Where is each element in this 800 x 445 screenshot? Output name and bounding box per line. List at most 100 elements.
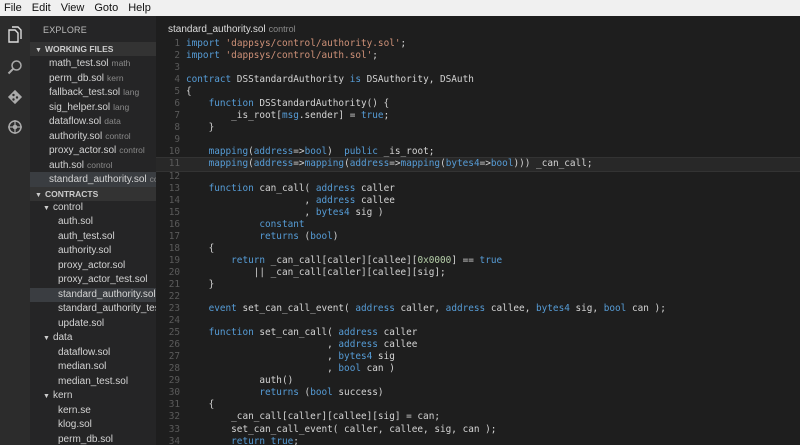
file-item[interactable]: dataflow.sol [30, 346, 156, 361]
line-number: 15 [168, 206, 180, 218]
code-text: function DSStandardAuthority() { [208, 98, 390, 110]
code-line[interactable]: 28 , bool can ) [156, 363, 800, 375]
code-line[interactable]: 12 [156, 171, 800, 183]
working-file-item[interactable]: sig_helper.sol lang [30, 100, 156, 115]
file-item[interactable]: auth.sol [30, 215, 156, 230]
code-line[interactable]: 22 [156, 291, 800, 303]
folder-kern[interactable]: ▼ kern [30, 389, 156, 404]
file-item[interactable]: klog.sol [30, 418, 156, 433]
file-item[interactable]: proxy_actor.sol [30, 259, 156, 274]
file-item[interactable]: update.sol [30, 317, 156, 332]
file-item[interactable]: median.sol [30, 360, 156, 375]
explorer-title: EXPLORE [43, 25, 87, 35]
code-line[interactable]: 4 contract DSStandardAuthority is DSAutho… [156, 74, 800, 86]
code-line[interactable]: 23 event set_can_call_event( address cal… [156, 303, 800, 315]
menu-help[interactable]: Help [128, 2, 151, 14]
line-number: 21 [168, 278, 180, 290]
git-icon[interactable] [0, 84, 30, 110]
file-item[interactable]: median_test.sol [30, 375, 156, 390]
code-line[interactable]: 9 [156, 134, 800, 146]
code-line[interactable]: 7 _is_root[msg.sender] = true; [156, 110, 800, 122]
file-item[interactable]: authority.sol [30, 244, 156, 259]
file-item[interactable]: perm_db.sol [30, 433, 156, 445]
code-line[interactable]: 25 function set_can_call( address caller [156, 327, 800, 339]
working-files-header[interactable]: ▼ WORKING FILES [30, 42, 156, 56]
debug-icon[interactable] [0, 114, 30, 140]
caret-down-icon: ▼ [43, 335, 50, 342]
code-text: , bytes4 sig ) [186, 206, 384, 218]
code-line[interactable]: 11 mapping(address=>mapping(address=>map… [156, 157, 800, 172]
code-line[interactable]: 2 import 'dappsys/control/auth.sol'; [156, 50, 800, 62]
code-line[interactable]: 21 } [156, 279, 800, 291]
line-number: 32 [168, 411, 180, 423]
code-line[interactable]: 33 set_can_call_event( caller, callee, s… [156, 424, 800, 436]
file-item-active[interactable]: standard_authority.sol [30, 287, 156, 302]
working-file-item[interactable]: dataflow.sol data [30, 114, 156, 129]
line-number: 22 [168, 290, 180, 302]
folder-data[interactable]: ▼ data [30, 331, 156, 346]
line-number: 24 [168, 315, 180, 327]
working-file-item[interactable]: proxy_actor.sol control [30, 143, 156, 158]
code-line[interactable]: 14 , address callee [156, 195, 800, 207]
code-text: || _can_call[caller][callee][sig]; [186, 266, 446, 278]
code-line[interactable]: 8 } [156, 122, 800, 134]
code-line[interactable]: 3 [156, 62, 800, 74]
code-line[interactable]: 27 , bytes4 sig [156, 351, 800, 363]
code-line[interactable]: 24 [156, 315, 800, 327]
menu-view[interactable]: View [61, 2, 85, 14]
file-item[interactable]: standard_authority_test.sol [30, 302, 156, 317]
code-line[interactable]: 16 constant [156, 219, 800, 231]
editor-tab[interactable]: standard_authority.sol control [156, 16, 800, 38]
line-number: 19 [168, 254, 180, 266]
code-area[interactable]: 1 import 'dappsys/control/authority.sol';… [156, 38, 800, 445]
code-line[interactable]: 13 function can_call( address caller [156, 183, 800, 195]
working-file-item[interactable]: authority.sol control [30, 129, 156, 144]
code-line[interactable]: 19 return _can_call[caller][callee][0x00… [156, 255, 800, 267]
menu-goto[interactable]: Goto [94, 2, 118, 14]
code-line[interactable]: 5{ [156, 86, 800, 98]
working-file-item-active[interactable]: standard_authority.solcontrol [30, 172, 156, 187]
line-number: 18 [168, 242, 180, 254]
line-number: 9 [174, 134, 180, 146]
menu-file[interactable]: File [4, 2, 22, 14]
code-text: { [186, 399, 215, 411]
code-line[interactable]: 26 , address callee [156, 339, 800, 351]
files-icon[interactable] [0, 22, 30, 48]
code-line[interactable]: 17 returns (bool) [156, 231, 800, 243]
code-text: event set_can_call_event( address caller… [208, 303, 666, 315]
code-line[interactable]: 18 { [156, 243, 800, 255]
caret-down-icon: ▼ [35, 191, 42, 199]
contracts-header[interactable]: ▼ CONTRACTS [30, 186, 156, 201]
working-file-item[interactable]: auth.sol control [30, 158, 156, 173]
line-number: 10 [168, 146, 180, 158]
working-file-item[interactable]: math_test.sol math [30, 56, 156, 71]
code-text: { [186, 86, 192, 98]
line-number: 16 [168, 218, 180, 230]
file-item[interactable]: kern.se [30, 404, 156, 419]
code-line[interactable]: 30 returns (bool success) [156, 387, 800, 399]
line-number: 31 [168, 399, 180, 411]
code-line[interactable]: 20 || _can_call[caller][callee][sig]; [156, 267, 800, 279]
code-line[interactable]: 6 function DSStandardAuthority() { [156, 98, 800, 110]
line-number: 29 [168, 375, 180, 387]
code-line[interactable]: 32 _can_call[caller][callee][sig] = can; [156, 411, 800, 423]
code-text: function can_call( address caller [208, 182, 395, 194]
code-line[interactable]: 29 auth() [156, 375, 800, 387]
code-line[interactable]: 1 import 'dappsys/control/authority.sol'; [156, 38, 800, 50]
file-item[interactable]: auth_test.sol [30, 230, 156, 245]
code-text: , bool can ) [186, 363, 395, 375]
folder-control[interactable]: ▼ control [30, 201, 156, 216]
menu-edit[interactable]: Edit [32, 2, 51, 14]
code-line[interactable]: 34 return true; [156, 436, 800, 445]
code-line[interactable]: 10 mapping(address=>bool) public _is_roo… [156, 146, 800, 158]
search-icon[interactable] [0, 54, 30, 80]
line-number: 3 [174, 62, 180, 74]
working-file-item[interactable]: fallback_test.sol lang [30, 85, 156, 100]
code-line[interactable]: 15 , bytes4 sig ) [156, 207, 800, 219]
menu-bar: File Edit View Goto Help [0, 0, 800, 16]
file-item[interactable]: proxy_actor_test.sol [30, 273, 156, 288]
code-line[interactable]: 31 { [156, 399, 800, 411]
code-text: auth() [186, 375, 294, 387]
line-number: 11 [168, 158, 180, 170]
working-file-item[interactable]: perm_db.sol kern [30, 71, 156, 86]
